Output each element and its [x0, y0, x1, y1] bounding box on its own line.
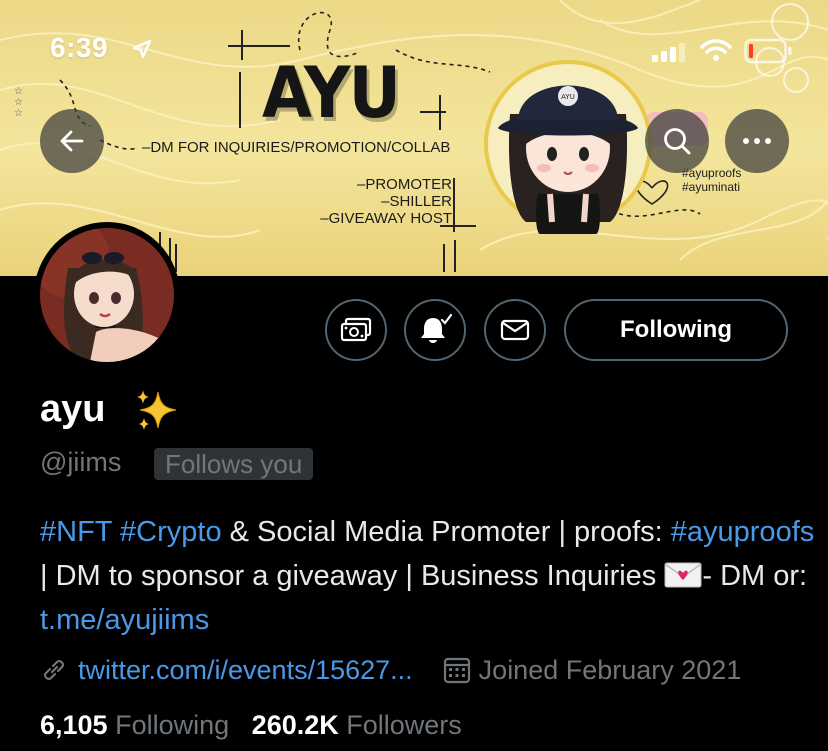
- back-arrow-icon: [60, 130, 84, 152]
- banner-title: AYU: [262, 52, 401, 134]
- hashtag-link[interactable]: #NFT: [40, 516, 112, 548]
- more-icon: [743, 138, 771, 144]
- search-icon: [664, 128, 691, 155]
- envelope-icon: [500, 319, 530, 341]
- banner-character-illustration: AYU: [484, 60, 652, 234]
- more-button[interactable]: [725, 109, 789, 173]
- telegram-link[interactable]: t.me/ayujiims: [40, 604, 209, 636]
- banner-role: –GIVEAWAY HOST: [320, 210, 452, 227]
- bio-text: & Social Media Promoter | proofs:: [221, 516, 671, 548]
- calendar-icon: [443, 657, 470, 684]
- profile-avatar[interactable]: [34, 222, 180, 368]
- hashtag-link[interactable]: #ayuproofs: [671, 516, 815, 548]
- following-button[interactable]: Following: [564, 299, 788, 361]
- banner-roles: –PROMOTER –SHILLER –GIVEAWAY HOST: [300, 176, 452, 227]
- profile-bio: #NFT #Crypto & Social Media Promoter | p…: [40, 510, 820, 642]
- bio-text: - DM or:: [702, 560, 808, 592]
- banner-dm-line: –DM FOR INQUIRIES/PROMOTION/COLLAB: [142, 139, 451, 156]
- avatar-illustration: [40, 228, 174, 362]
- status-time: 6:39: [50, 32, 109, 63]
- link-icon: [44, 660, 64, 680]
- signal-icon: [652, 43, 685, 62]
- hashtag-link[interactable]: #Crypto: [120, 516, 222, 548]
- back-button[interactable]: [40, 109, 104, 173]
- follow-counts: 6,105 Following 260.2K Followers: [40, 710, 462, 741]
- tip-jar-icon: [340, 317, 372, 342]
- follows-you-badge: Follows you: [154, 448, 314, 480]
- following-label: Following: [115, 710, 230, 740]
- banner-hashtags: #ayuproofs #ayuminati: [682, 166, 741, 194]
- followers-count: 260.2K: [251, 710, 339, 740]
- banner-role: –SHILLER: [381, 193, 452, 210]
- wifi-icon: [700, 39, 732, 61]
- love-letter-icon: [664, 562, 702, 588]
- profile-meta-row: twitter.com/i/events/15627... Joined Feb…: [40, 652, 741, 688]
- message-button[interactable]: [484, 299, 546, 361]
- search-button[interactable]: [645, 109, 709, 173]
- website-link[interactable]: twitter.com/i/events/15627...: [78, 655, 413, 686]
- followers-label: Followers: [346, 710, 462, 740]
- sparkles-icon: [137, 390, 177, 430]
- following-count-link[interactable]: 6,105 Following: [40, 710, 229, 740]
- display-name: ayu: [40, 388, 106, 430]
- banner-hashtag: #ayuminati: [682, 180, 741, 194]
- bio-text: | DM to sponsor a giveaway | Business In…: [40, 560, 665, 592]
- battery-icon: [744, 38, 792, 64]
- joined-date: Joined February 2021: [478, 654, 742, 685]
- user-handle: @jiims: [40, 447, 122, 477]
- notification-bell-icon: [421, 314, 452, 343]
- following-count: 6,105: [40, 710, 108, 740]
- notifications-button[interactable]: [404, 299, 466, 361]
- tip-button[interactable]: [325, 299, 387, 361]
- banner-role: –PROMOTER: [356, 176, 452, 193]
- banner-star-doodles: ☆ ☆ ☆: [14, 86, 23, 119]
- hat-logo: AYU: [561, 93, 575, 101]
- followers-count-link[interactable]: 260.2K Followers: [252, 710, 462, 740]
- location-arrow-icon: [132, 39, 152, 59]
